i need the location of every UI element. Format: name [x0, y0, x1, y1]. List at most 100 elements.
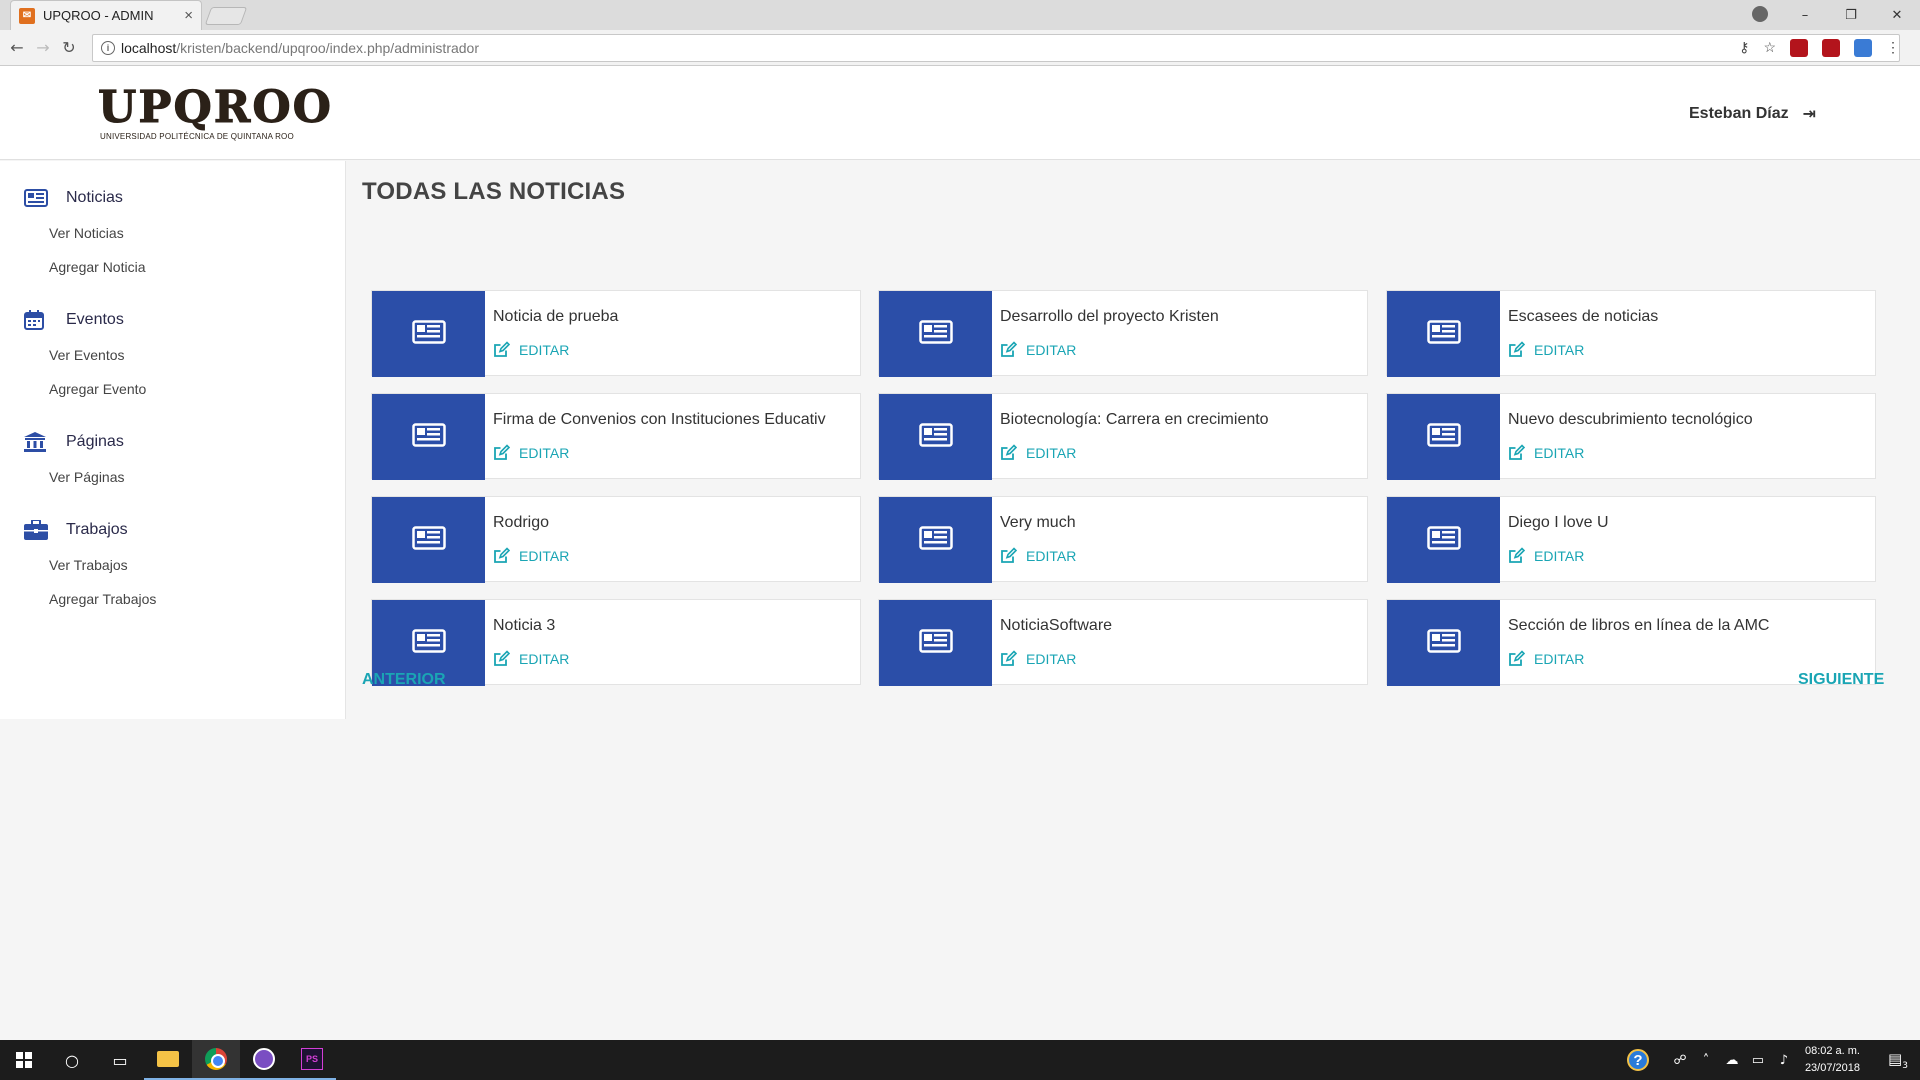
- close-tab-icon[interactable]: ×: [184, 7, 193, 24]
- edit-news-button[interactable]: EDITAR: [1000, 341, 1076, 358]
- sidebar-link-agregar-evento[interactable]: Agregar Evento: [0, 372, 346, 406]
- volume-icon[interactable]: ♪: [1771, 1053, 1797, 1068]
- help-icon[interactable]: ?: [1626, 1049, 1649, 1071]
- briefcase-icon: [24, 520, 50, 540]
- taskbar-chrome-icon[interactable]: [192, 1040, 240, 1080]
- edit-news-button[interactable]: EDITAR: [1000, 444, 1076, 461]
- menu-icon[interactable]: ⋮: [1886, 39, 1900, 57]
- extension-shield-icon[interactable]: [1790, 39, 1808, 57]
- pager-next-button[interactable]: SIGUIENTE: [1798, 671, 1884, 689]
- clock[interactable]: 08:02 a. m. 23/07/2018: [1805, 1043, 1860, 1077]
- pager-previous-button[interactable]: ANTERIOR: [362, 671, 446, 689]
- edit-news-button[interactable]: EDITAR: [1508, 547, 1584, 564]
- taskbar-purple-app-icon[interactable]: [240, 1040, 288, 1080]
- edit-icon: [493, 650, 511, 667]
- news-title: NoticiaSoftware: [1000, 617, 1113, 634]
- tray-chevron-up-icon[interactable]: ˄: [1693, 1053, 1719, 1068]
- edit-news-button[interactable]: EDITAR: [1000, 650, 1076, 667]
- news-title: Nuevo descubrimiento tecnológico: [1508, 411, 1753, 428]
- start-windows-icon[interactable]: [0, 1040, 48, 1080]
- news-thumbnail[interactable]: [879, 600, 992, 686]
- logout-icon[interactable]: ⇥: [1803, 104, 1816, 123]
- sidebar-link-agregar-noticia[interactable]: Agregar Noticia: [0, 250, 346, 284]
- edit-icon: [1000, 341, 1018, 358]
- key-icon[interactable]: ⚷: [1739, 39, 1749, 57]
- forward-icon[interactable]: →: [30, 38, 56, 57]
- tab-title: UPQROO - ADMIN: [43, 8, 154, 23]
- news-card: Noticia de prueba EDITAR: [371, 290, 861, 377]
- url-path: /kristen/backend/upqroo/index.php/admini…: [176, 40, 480, 56]
- cortana-search-icon[interactable]: ○: [48, 1040, 96, 1080]
- browser-tab[interactable]: ✉ UPQROO - ADMIN ×: [10, 0, 202, 30]
- edit-icon: [1508, 341, 1526, 358]
- browser-toolbar: ← → ↻ i localhost/kristen/backend/upqroo…: [0, 30, 1920, 66]
- people-icon[interactable]: ☍: [1667, 1053, 1693, 1068]
- sidebar-link-agregar-trabajos[interactable]: Agregar Trabajos: [0, 582, 346, 616]
- news-thumbnail[interactable]: [879, 497, 992, 583]
- restore-icon[interactable]: ❐: [1828, 8, 1874, 23]
- edit-news-button[interactable]: EDITAR: [493, 341, 569, 358]
- edit-icon: [1000, 547, 1018, 564]
- news-thumbnail[interactable]: [372, 394, 485, 480]
- edit-label: EDITAR: [1026, 547, 1077, 564]
- sidebar-label-noticias[interactable]: Noticias: [66, 189, 123, 207]
- user-name: Esteban Díaz: [1689, 104, 1789, 122]
- extension-translate-icon[interactable]: [1854, 39, 1872, 57]
- news-thumbnail[interactable]: [879, 394, 992, 480]
- profile-icon[interactable]: [1752, 6, 1768, 22]
- sidebar-label-eventos[interactable]: Eventos: [66, 311, 124, 329]
- task-view-icon[interactable]: ▭: [96, 1040, 144, 1080]
- edit-news-button[interactable]: EDITAR: [493, 444, 569, 461]
- sidebar-link-ver-eventos[interactable]: Ver Eventos: [0, 338, 346, 372]
- newspaper-icon: [411, 422, 446, 452]
- news-thumbnail[interactable]: [372, 497, 485, 583]
- back-icon[interactable]: ←: [4, 38, 30, 57]
- window-controls: – ❐ ✕: [1782, 0, 1920, 30]
- edit-news-button[interactable]: EDITAR: [1508, 341, 1584, 358]
- extension-ublock-icon[interactable]: [1822, 39, 1840, 57]
- news-thumbnail[interactable]: [1387, 497, 1500, 583]
- taskbar-file-explorer-icon[interactable]: [144, 1040, 192, 1080]
- newspaper-icon: [918, 525, 953, 555]
- edit-news-button[interactable]: EDITAR: [1508, 444, 1584, 461]
- action-center-icon[interactable]: ▤3: [1876, 1050, 1920, 1071]
- edit-label: EDITAR: [1026, 341, 1077, 358]
- info-icon[interactable]: i: [101, 41, 115, 55]
- news-card: NoticiaSoftware EDITAR: [878, 599, 1368, 686]
- news-thumbnail[interactable]: [1387, 600, 1500, 686]
- news-title: Escasees de noticias: [1508, 308, 1659, 325]
- newspaper-icon: [918, 628, 953, 658]
- news-thumbnail[interactable]: [1387, 291, 1500, 377]
- sidebar-label-trabajos[interactable]: Trabajos: [66, 521, 128, 539]
- network-icon[interactable]: ▭: [1745, 1053, 1771, 1068]
- edit-label: EDITAR: [1534, 650, 1585, 667]
- new-tab-button[interactable]: [204, 7, 248, 25]
- sidebar-group-paginas: Páginas Ver Páginas: [0, 430, 346, 494]
- news-thumbnail[interactable]: [879, 291, 992, 377]
- edit-news-button[interactable]: EDITAR: [1000, 547, 1076, 564]
- window-close-icon[interactable]: ✕: [1874, 8, 1920, 23]
- upqroo-logo[interactable]: UPQROO UNIVERSIDAD POLITÉCNICA DE QUINTA…: [97, 85, 333, 141]
- sidebar-link-ver-trabajos[interactable]: Ver Trabajos: [0, 548, 346, 582]
- news-title: Desarrollo del proyecto Kristen: [1000, 308, 1219, 325]
- sidebar-group-eventos: Eventos Ver Eventos Agregar Evento: [0, 308, 346, 406]
- news-thumbnail[interactable]: [1387, 394, 1500, 480]
- edit-label: EDITAR: [519, 444, 570, 461]
- reload-icon[interactable]: ↻: [56, 38, 82, 57]
- url-host: localhost: [121, 40, 177, 56]
- news-thumbnail[interactable]: [372, 291, 485, 377]
- edit-news-button[interactable]: EDITAR: [493, 547, 569, 564]
- sidebar-link-ver-noticias[interactable]: Ver Noticias: [0, 216, 346, 250]
- bookmark-star-icon[interactable]: ☆: [1763, 39, 1776, 57]
- page-title: TODAS LAS NOTICIAS: [362, 178, 626, 205]
- sidebar-label-paginas[interactable]: Páginas: [66, 433, 124, 451]
- edit-news-button[interactable]: EDITAR: [1508, 650, 1584, 667]
- taskbar-phpstorm-icon[interactable]: PS: [288, 1040, 336, 1080]
- address-bar[interactable]: i localhost/kristen/backend/upqroo/index…: [92, 34, 1900, 62]
- sidebar-link-ver-paginas[interactable]: Ver Páginas: [0, 460, 346, 494]
- edit-news-button[interactable]: EDITAR: [493, 650, 569, 667]
- newspaper-icon: [1426, 422, 1461, 452]
- onedrive-cloud-icon[interactable]: ☁: [1719, 1053, 1745, 1068]
- minimize-icon[interactable]: –: [1782, 8, 1828, 23]
- news-title: Noticia 3: [493, 617, 556, 634]
